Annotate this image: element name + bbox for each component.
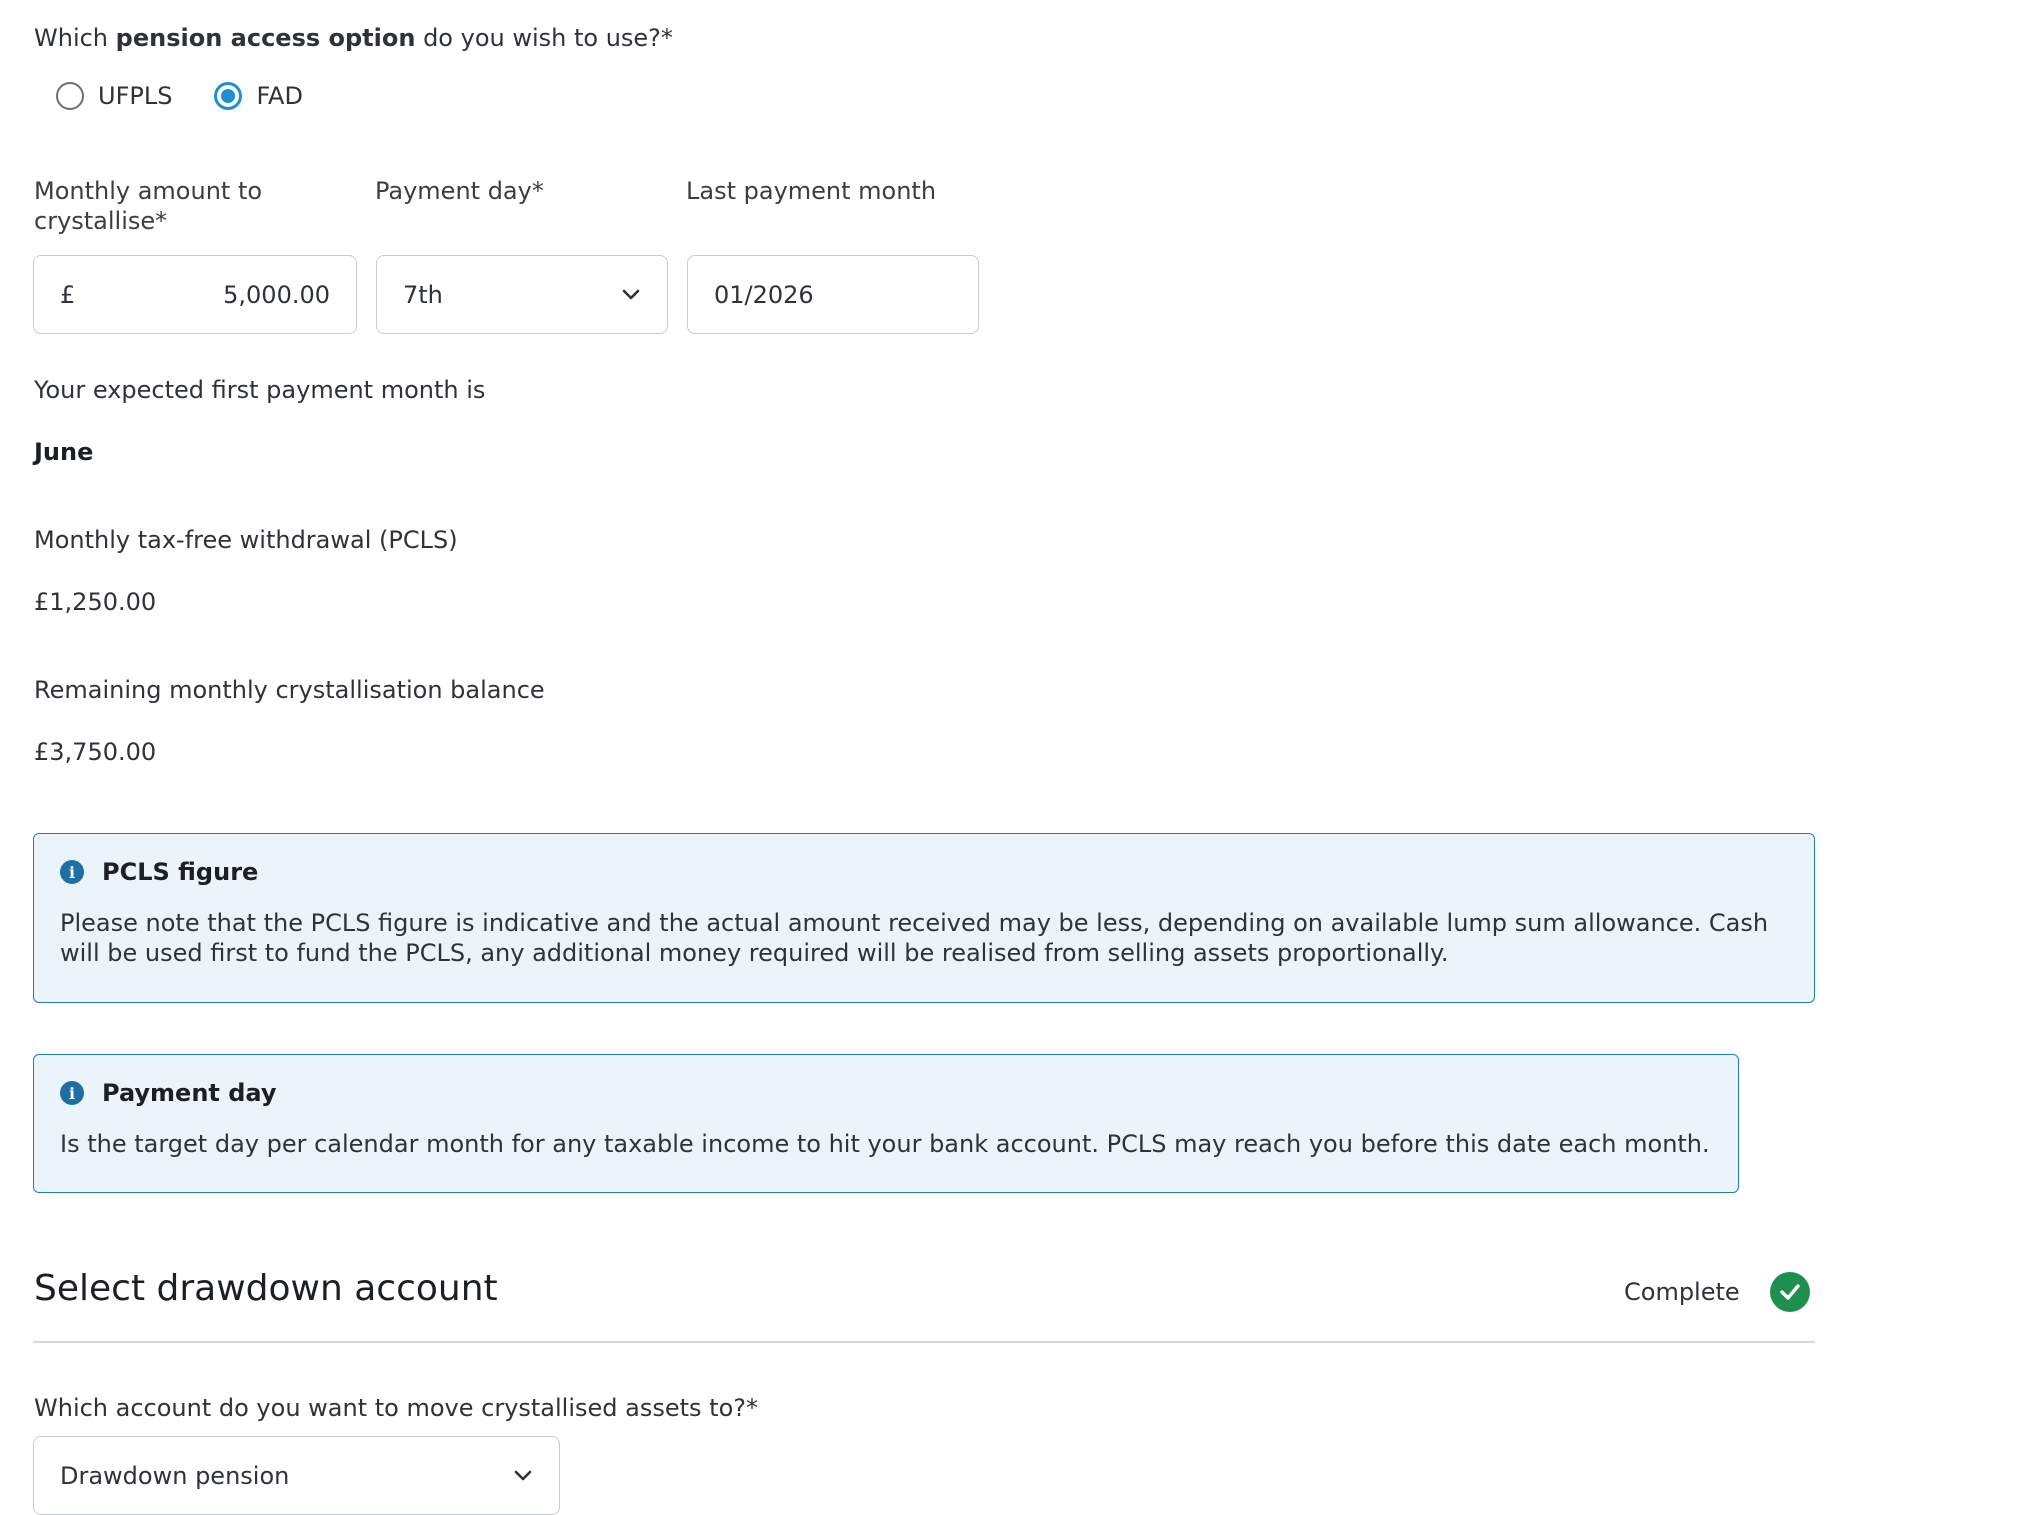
- chevron-down-icon: [514, 1470, 532, 1480]
- last-payment-month-value: 01/2026: [714, 280, 814, 309]
- monthly-amount-value: 5,000.00: [223, 280, 330, 309]
- chevron-down-icon: [622, 289, 640, 299]
- monthly-amount-label: Monthly amount to crystallise*: [34, 176, 262, 236]
- pcls-callout-line1: Please note that the PCLS figure is indi…: [60, 909, 1769, 937]
- monthly-amount-input[interactable]: £ 5,000.00: [33, 255, 357, 334]
- remaining-balance-value: £3,750.00: [34, 738, 157, 766]
- section-title: Select drawdown account: [34, 1268, 498, 1309]
- payment-day-label: Payment day*: [375, 177, 544, 205]
- question-bold: pension access option: [115, 24, 416, 52]
- pcls-callout-line2: will be used first to fund the PCLS, any…: [60, 939, 1449, 967]
- section-status: Complete: [1624, 1272, 1810, 1312]
- section-status-label: Complete: [1624, 1278, 1740, 1306]
- question-prefix: Which: [34, 24, 116, 52]
- pcls-info-callout: i PCLS figure Please note that the PCLS …: [33, 833, 1815, 1003]
- info-icon: i: [60, 1081, 84, 1105]
- payment-day-callout-title-row: i Payment day: [60, 1079, 1712, 1107]
- check-circle-icon: [1769, 1272, 1810, 1312]
- remaining-balance-label: Remaining monthly crystallisation balanc…: [34, 676, 545, 704]
- section-divider: [33, 1341, 1815, 1343]
- radio-fad-circle[interactable]: [214, 82, 243, 110]
- drawdown-account-value: Drawdown pension: [60, 1461, 290, 1490]
- radio-ufpls-label: UFPLS: [98, 82, 173, 110]
- drawdown-account-select[interactable]: Drawdown pension: [33, 1436, 560, 1515]
- checkmark-icon: [1779, 1284, 1800, 1300]
- radio-ufpls-circle[interactable]: [56, 82, 84, 110]
- first-payment-label: Your expected first payment month is: [34, 376, 486, 404]
- info-icon: i: [60, 860, 84, 884]
- last-payment-month-label: Last payment month: [686, 177, 937, 205]
- radio-fad[interactable]: FAD: [214, 82, 303, 110]
- monthly-amount-label-line2: crystallise*: [34, 207, 168, 235]
- account-question: Which account do you want to move crysta…: [34, 1394, 759, 1422]
- access-option-question: Which pension access option do you wish …: [34, 24, 673, 52]
- pcls-callout-body: Please note that the PCLS figure is indi…: [60, 908, 1788, 968]
- pcls-label: Monthly tax-free withdrawal (PCLS): [34, 526, 458, 554]
- last-payment-month-input[interactable]: 01/2026: [687, 255, 979, 334]
- payment-day-select[interactable]: 7th: [376, 255, 668, 334]
- first-payment-value: June: [34, 438, 94, 466]
- pcls-value: £1,250.00: [34, 588, 157, 616]
- payment-day-callout-title: Payment day: [102, 1079, 277, 1107]
- payment-day-callout-body: Is the target day per calendar month for…: [60, 1130, 1710, 1158]
- monthly-amount-label-line1: Monthly amount to: [34, 177, 263, 205]
- pcls-callout-title: PCLS figure: [102, 858, 259, 886]
- currency-symbol: £: [60, 280, 76, 309]
- payment-day-value: 7th: [403, 280, 443, 309]
- access-option-radio-group: UFPLS FAD: [56, 82, 343, 110]
- payment-day-info-callout: i Payment day Is the target day per cale…: [33, 1054, 1739, 1193]
- question-suffix: do you wish to use?*: [415, 24, 673, 52]
- radio-fad-label: FAD: [256, 82, 303, 110]
- radio-ufpls[interactable]: UFPLS: [56, 82, 172, 110]
- pcls-callout-title-row: i PCLS figure: [60, 858, 1788, 886]
